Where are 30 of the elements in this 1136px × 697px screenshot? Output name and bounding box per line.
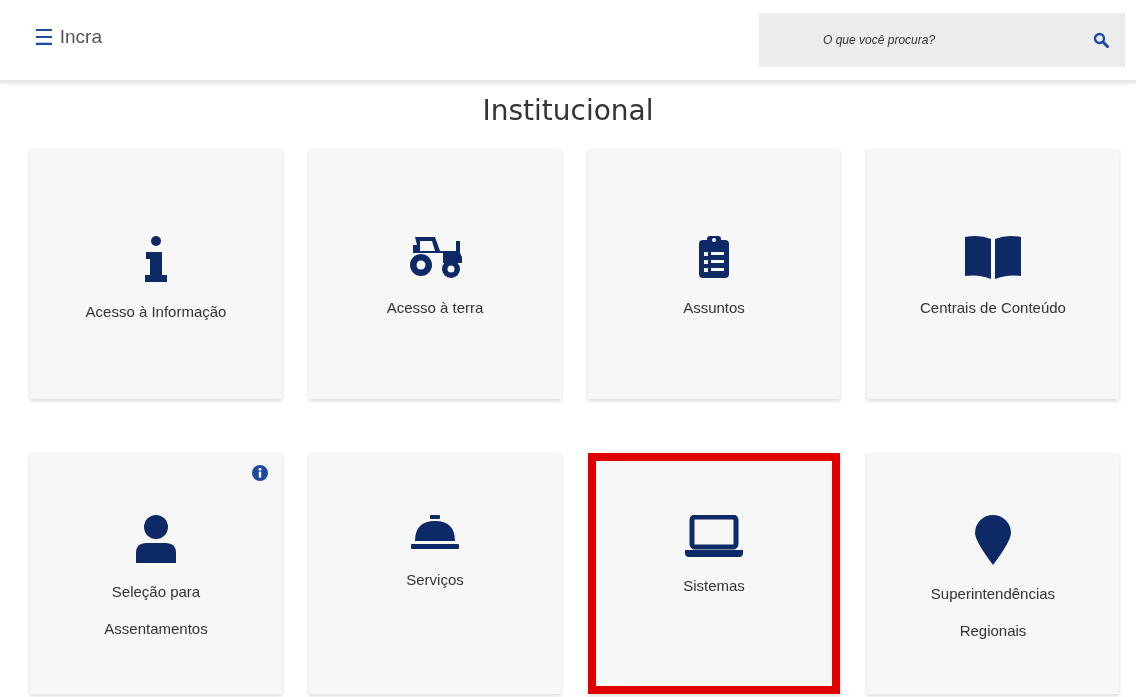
category-card[interactable]: Serviços (309, 453, 561, 694)
search-icon[interactable] (1093, 32, 1109, 48)
info-icon[interactable] (252, 465, 268, 481)
card-label: Acesso à terra (386, 298, 484, 318)
info-icon (144, 235, 168, 283)
map-pin-icon (975, 515, 1011, 565)
card-label: Centrais de Conteúdo (920, 298, 1066, 318)
section-title: Institucional (481, 93, 655, 129)
menu-icon[interactable]: ☰ (34, 24, 54, 50)
category-card[interactable]: Seleção para Assentamentos (30, 453, 282, 694)
category-card[interactable]: Superintendências Regionais (867, 453, 1119, 694)
card-label: Acesso à Informação (85, 302, 227, 322)
category-card[interactable]: Centrais de Conteúdo (867, 149, 1119, 399)
category-card[interactable]: Acesso à terra (309, 149, 561, 399)
clipboard-icon (698, 235, 730, 279)
laptop-icon (685, 515, 743, 557)
card-label: Superintendências Regionais (929, 584, 1057, 641)
tractor-icon (407, 235, 463, 279)
book-icon (965, 235, 1021, 279)
category-card[interactable]: Acesso à Informação (30, 149, 282, 399)
person-icon (134, 515, 178, 563)
search-field[interactable]: O que você procura? (759, 13, 1125, 67)
category-card[interactable]: Assuntos (588, 149, 840, 399)
card-label: Seleção para Assentamentos (103, 582, 209, 639)
site-name[interactable]: Incra (59, 26, 102, 48)
card-label: Assuntos (683, 298, 745, 318)
card-label: Serviços (406, 570, 464, 590)
category-card[interactable]: Sistemas (588, 453, 840, 694)
card-label: Sistemas (683, 576, 745, 596)
bell-icon (411, 515, 459, 551)
